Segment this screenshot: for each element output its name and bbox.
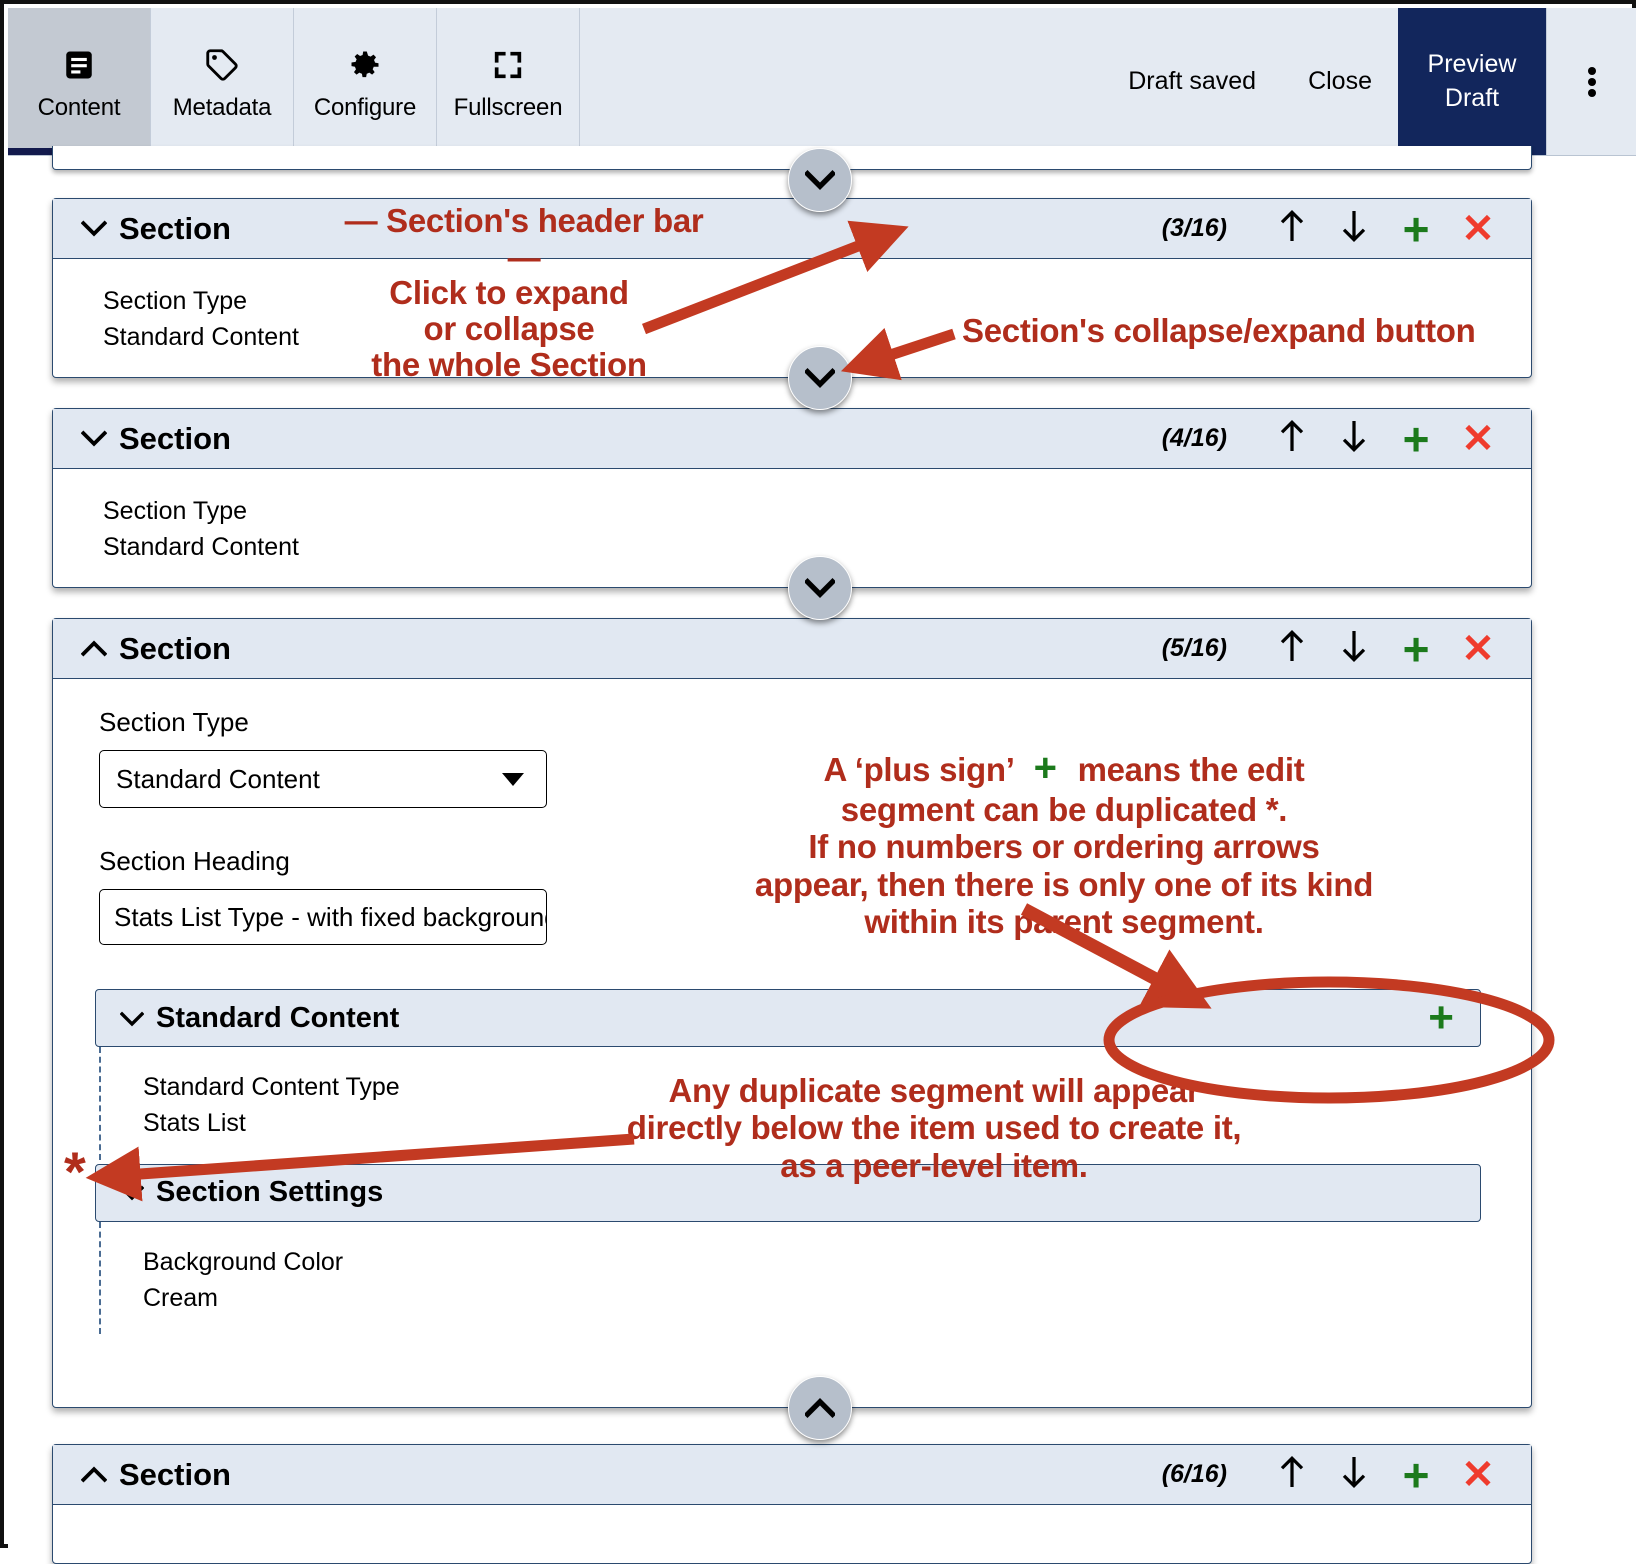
- subpanel-body-section-settings: Background Color Cream: [99, 1221, 1481, 1334]
- expand-collapse-pill-4[interactable]: [788, 556, 852, 620]
- section-heading-label: Section Heading: [99, 846, 290, 876]
- close-button[interactable]: Close: [1282, 8, 1398, 155]
- editor-toolbar: Content Metadata Configure Fullscreen Dr…: [8, 8, 1636, 156]
- section-header-bar-6[interactable]: Section (6/16) + ✕: [53, 1445, 1531, 1505]
- chevron-down-icon[interactable]: [119, 1005, 145, 1032]
- chevron-up-icon[interactable]: [80, 1461, 108, 1488]
- move-down-button-5[interactable]: [1323, 628, 1385, 670]
- preview-draft-button[interactable]: Preview Draft: [1398, 8, 1546, 155]
- section-card-6: Section (6/16) + ✕: [52, 1444, 1532, 1564]
- subpanel-body-standard-content: Standard Content Type Stats List: [99, 1047, 1481, 1160]
- tab-fullscreen-label: Fullscreen: [453, 93, 563, 121]
- move-up-button-5[interactable]: [1261, 628, 1323, 670]
- tab-metadata[interactable]: Metadata: [151, 8, 294, 155]
- chevron-down-icon[interactable]: [80, 215, 108, 242]
- field-label: Section Type: [103, 287, 248, 315]
- gear-icon: [347, 42, 383, 88]
- tab-metadata-label: Metadata: [172, 93, 272, 121]
- move-down-button-6[interactable]: [1323, 1454, 1385, 1496]
- remove-section-button-4[interactable]: ✕: [1447, 419, 1509, 459]
- section-title-4: Section: [119, 420, 231, 456]
- tab-content-label: Content: [37, 93, 121, 121]
- section-counter-5: (5/16): [1161, 634, 1227, 662]
- section-heading-input[interactable]: Stats List Type - with fixed background …: [99, 889, 547, 945]
- expand-collapse-pill-3[interactable]: [788, 346, 852, 410]
- field-label: Background Color: [143, 1247, 344, 1276]
- section-header-bar-4[interactable]: Section (4/16) + ✕: [53, 409, 1531, 469]
- kebab-menu-icon[interactable]: [1546, 8, 1636, 155]
- remove-section-button-6[interactable]: ✕: [1447, 1455, 1509, 1495]
- preview-draft-line2: Draft: [1444, 83, 1500, 112]
- section-card-3: Section (3/16) + ✕ Section Type Standard…: [52, 198, 1532, 378]
- move-down-button-3[interactable]: [1323, 208, 1385, 250]
- chevron-down-icon: [502, 772, 524, 786]
- add-section-button-6[interactable]: +: [1385, 1452, 1447, 1498]
- tab-configure-label: Configure: [313, 93, 417, 121]
- chevron-down-icon[interactable]: [80, 425, 108, 452]
- field-value: Stats List: [143, 1109, 246, 1138]
- field-label: Standard Content Type: [143, 1073, 400, 1101]
- subpanel-title: Standard Content: [156, 1001, 400, 1034]
- section-body-5: Section Type Standard Content Section He…: [53, 679, 1531, 945]
- section-type-value: Standard Content: [116, 763, 320, 794]
- expand-collapse-pill-5[interactable]: [788, 1376, 852, 1440]
- section-counter-4: (4/16): [1161, 424, 1227, 452]
- draft-status: Draft saved: [1128, 67, 1257, 95]
- section-type-select[interactable]: Standard Content: [99, 750, 547, 808]
- tag-icon: [204, 42, 240, 88]
- section-counter-6: (6/16): [1161, 1460, 1227, 1488]
- section-type-label: Section Type: [99, 707, 249, 737]
- subpanel-section-settings: Section Settings Background Color Cream: [95, 1163, 1481, 1334]
- section-card-5: Section (5/16) + ✕ Section Type Standard…: [52, 618, 1532, 1408]
- move-up-button-4[interactable]: [1261, 418, 1323, 460]
- chevron-up-icon[interactable]: [80, 635, 108, 662]
- add-section-button-5[interactable]: +: [1385, 626, 1447, 672]
- section-title-6: Section: [119, 1456, 231, 1492]
- document-icon: [62, 42, 96, 88]
- subpanel-header-standard-content[interactable]: Standard Content +: [95, 989, 1481, 1047]
- subpanel-header-section-settings[interactable]: Section Settings: [95, 1163, 1481, 1222]
- section-title-3: Section: [119, 210, 231, 246]
- content-scroll-area[interactable]: Section (3/16) + ✕ Section Type Standard…: [8, 146, 1636, 1564]
- expand-collapse-pill-top[interactable]: [788, 148, 852, 212]
- move-down-button-4[interactable]: [1323, 418, 1385, 460]
- fullscreen-icon: [491, 42, 525, 88]
- add-section-button-4[interactable]: +: [1385, 416, 1447, 462]
- chevron-down-icon[interactable]: [119, 1179, 145, 1206]
- remove-section-button-3[interactable]: ✕: [1447, 209, 1509, 249]
- subpanel-title: Section Settings: [156, 1176, 384, 1208]
- remove-section-button-5[interactable]: ✕: [1447, 629, 1509, 669]
- move-up-button-3[interactable]: [1261, 208, 1323, 250]
- field-label: Section Type: [103, 497, 248, 525]
- tab-fullscreen[interactable]: Fullscreen: [437, 8, 580, 155]
- section-title-5: Section: [119, 630, 231, 666]
- field-value: Cream: [143, 1283, 219, 1312]
- duplicate-segment-button[interactable]: +: [1428, 996, 1454, 1040]
- tab-content[interactable]: Content: [8, 8, 151, 155]
- subpanel-standard-content: Standard Content + Standard Content Type…: [95, 989, 1481, 1160]
- section-card-4: Section (4/16) + ✕ Section Type Standard…: [52, 408, 1532, 588]
- move-up-button-6[interactable]: [1261, 1454, 1323, 1496]
- section-heading-value: Stats List Type - with fixed background …: [114, 901, 547, 932]
- tab-configure[interactable]: Configure: [294, 8, 437, 155]
- add-section-button-3[interactable]: +: [1385, 206, 1447, 252]
- editor-window: Content Metadata Configure Fullscreen Dr…: [0, 0, 1636, 1564]
- section-header-bar-3[interactable]: Section (3/16) + ✕: [53, 199, 1531, 259]
- section-counter-3: (3/16): [1161, 214, 1227, 242]
- preview-draft-line1: Preview: [1427, 50, 1517, 78]
- section-header-bar-5[interactable]: Section (5/16) + ✕: [53, 619, 1531, 679]
